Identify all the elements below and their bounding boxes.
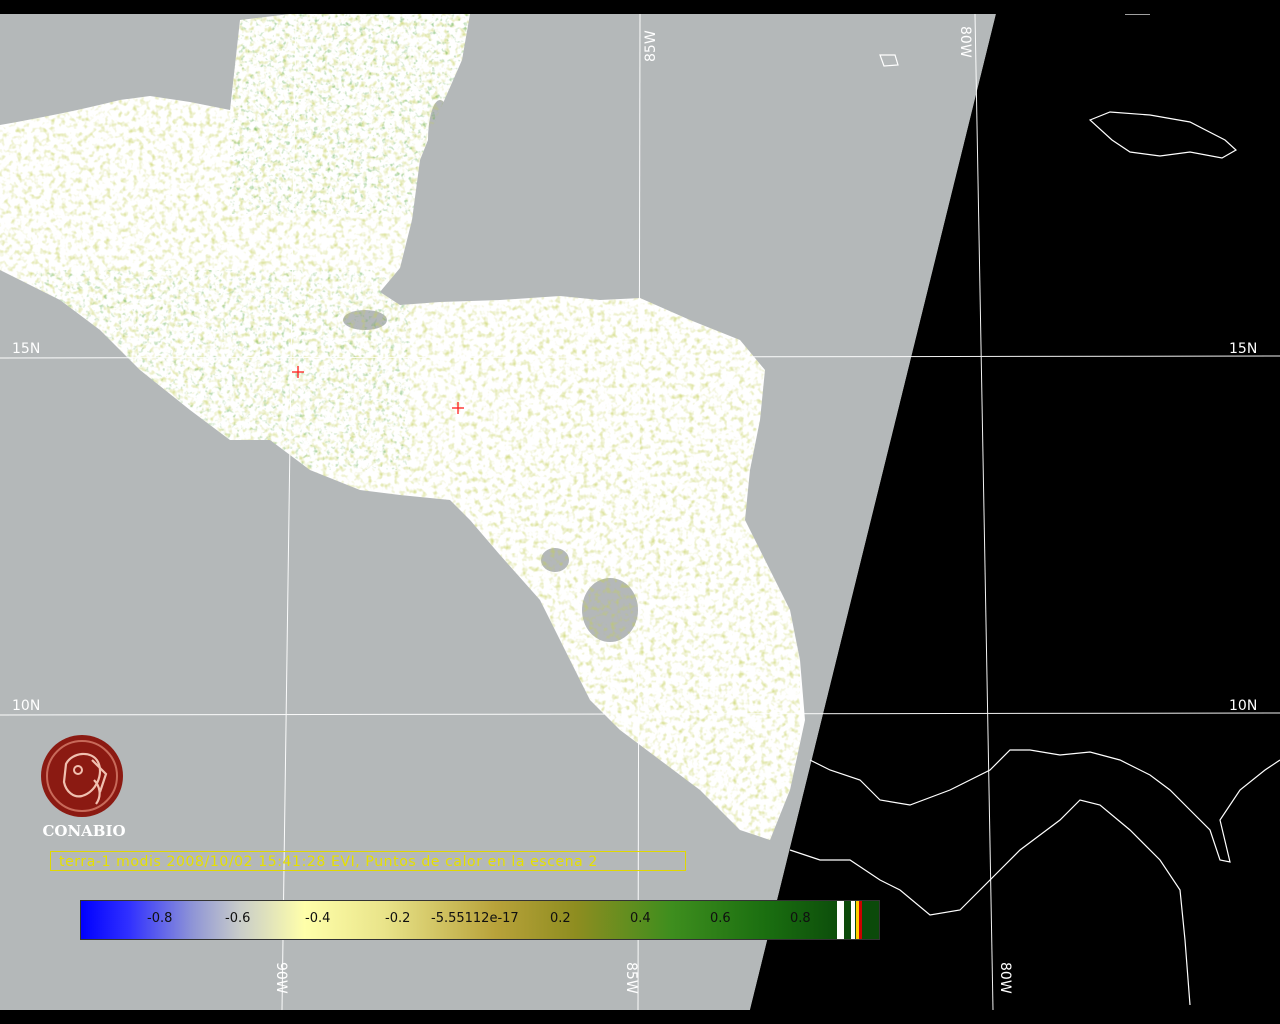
colorbar-label: 0.2 xyxy=(550,911,571,926)
lon-90w-bottom-label: 90W xyxy=(273,962,289,994)
macaw-icon xyxy=(41,735,123,817)
conabio-logo: CONABIO xyxy=(36,734,128,844)
colorbar-stripe-red xyxy=(859,901,862,939)
evi-colorbar: -0.8 -0.6 -0.4 -0.2 -5.55112e-17 0.2 0.4… xyxy=(80,900,880,940)
colorbar-label: -5.55112e-17 xyxy=(431,911,519,926)
lon-80w-top-label: 80W xyxy=(957,26,973,58)
lat-10n-left-label: 10N xyxy=(12,698,41,714)
caption-text: terra-1 modis 2008/10/02 15:41:28 EVI, P… xyxy=(59,854,598,870)
colorbar-label: 0.8 xyxy=(790,911,811,926)
colorbar-label: -0.6 xyxy=(225,911,251,926)
scene-caption: terra-1 modis 2008/10/02 15:41:28 EVI, P… xyxy=(50,851,686,871)
lat-15n-right-label: 15N xyxy=(1229,341,1258,357)
colorbar-label: 0.6 xyxy=(710,911,731,926)
lon-85w-bottom-label: 85W xyxy=(623,962,639,994)
lon-80w-bottom-label: 80W xyxy=(997,962,1013,994)
lat-10n-right-label: 10N xyxy=(1229,698,1258,714)
colorbar-label: -0.2 xyxy=(385,911,411,926)
colorbar-stripe-white xyxy=(837,901,844,939)
logo-text: CONABIO xyxy=(42,822,126,840)
lon-85w-top-label: 85W xyxy=(643,30,659,62)
colorbar-label: 0.4 xyxy=(630,911,651,926)
colorbar-stripe-white xyxy=(851,901,855,939)
lat-15n-left-label: 15N xyxy=(12,341,41,357)
colorbar-label: -0.4 xyxy=(305,911,331,926)
colorbar-label: -0.8 xyxy=(147,911,173,926)
